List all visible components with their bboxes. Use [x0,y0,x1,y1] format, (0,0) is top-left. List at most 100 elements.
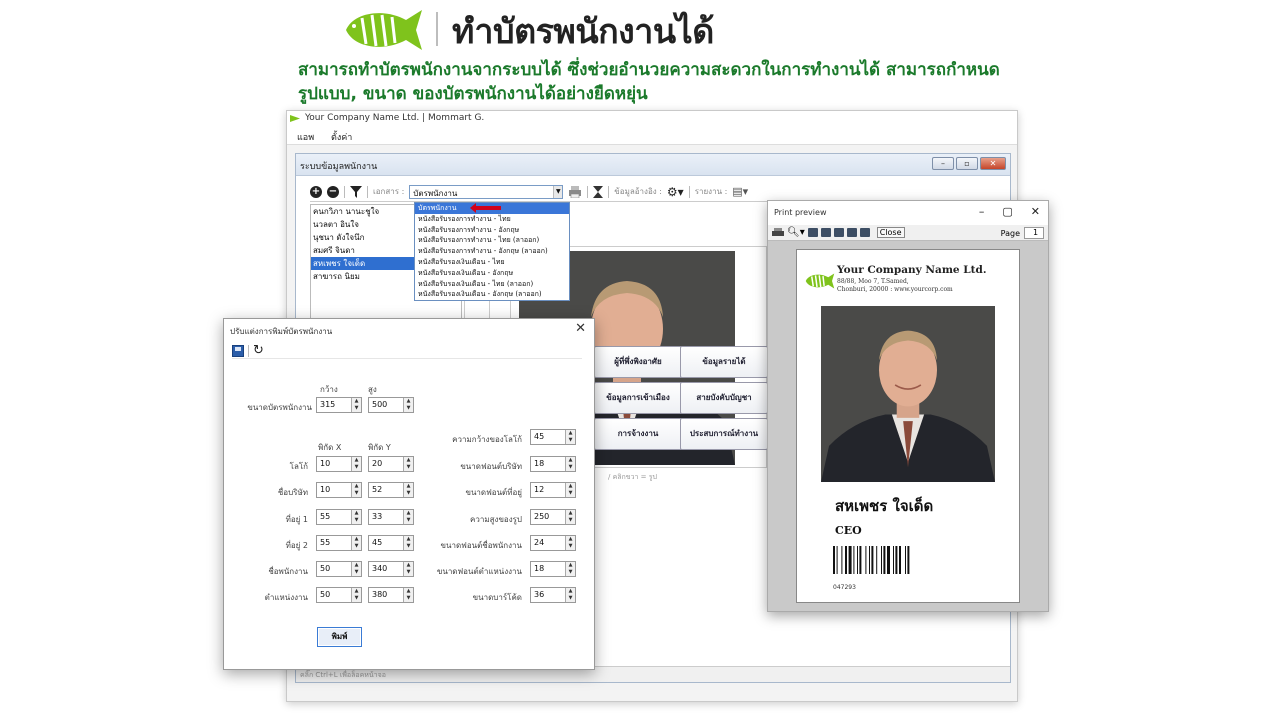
action-tile[interactable]: ผู้ที่พึ่งพิงอาศัย [594,346,682,378]
spinner-arrows[interactable]: ▲ ▼ [351,483,361,497]
spinner-arrows[interactable]: ▲ ▼ [351,536,361,550]
dropdown-option[interactable]: หนังสือรับรองเงินเดือน - อังกฤษ (ลาออก) [415,289,569,300]
document-select[interactable]: บัตรพนักงาน ▼ [409,184,564,199]
preview-minimize-button[interactable]: – [979,205,985,218]
setting-value: 18 [534,564,545,573]
action-tile[interactable]: ประสบการณ์ทำงาน [680,418,768,450]
spinner-arrows[interactable]: ▲ ▼ [403,398,413,412]
dropdown-option[interactable]: บัตรพนักงาน [415,203,569,214]
setting-input[interactable]: 18 ▲ ▼ [530,561,576,577]
close-button[interactable]: ✕ [980,157,1006,170]
restore-button[interactable]: ▫ [956,157,978,170]
coordinate-y-input[interactable]: 340 ▲ ▼ [368,561,414,577]
field-label: ชื่อบริษัท [277,488,308,497]
dropdown-option[interactable]: หนังสือรับรองการทำงาน - ไทย (ลาออก) [415,235,569,246]
spinner-arrows[interactable]: ▲ ▼ [565,510,575,524]
two-pages-icon[interactable] [820,228,831,237]
remove-icon[interactable]: − [327,185,339,198]
preview-maximize-button[interactable]: ▢ [1002,205,1012,218]
spinner-arrows[interactable]: ▲ ▼ [565,457,575,471]
coordinate-y-input[interactable]: 45 ▲ ▼ [368,535,414,551]
setting-input[interactable]: 12 ▲ ▼ [530,482,576,498]
spinner-arrows[interactable]: ▲ ▼ [403,510,413,524]
chevron-down-icon[interactable]: ▼ [553,185,563,198]
save-icon[interactable] [232,344,244,357]
four-pages-icon[interactable] [846,228,857,237]
dropdown-option[interactable]: หนังสือรับรองการทำงาน - อังกฤษ [415,225,569,236]
spinner-arrows[interactable]: ▲ ▼ [403,483,413,497]
reset-icon[interactable]: ↻ [253,344,264,357]
spinner-arrows[interactable]: ▲ ▼ [565,562,575,576]
action-tile[interactable]: ข้อมูลรายได้ [680,346,768,378]
spinner-arrows[interactable]: ▲ ▼ [565,483,575,497]
action-tile[interactable]: สายบังคับบัญชา [680,382,768,414]
dropdown-option[interactable]: หนังสือรับรองเงินเดือน - ไทย (ลาออก) [415,279,569,290]
setting-input[interactable]: 36 ▲ ▼ [530,587,576,603]
coordinate-value: 10 [320,459,331,468]
page-number-input[interactable]: 1 [1024,227,1044,239]
card-width-input[interactable]: 315 ▲ ▼ [316,397,362,413]
minimize-button[interactable]: – [932,157,954,170]
field-label: ที่อยู่ 1 [285,515,308,524]
six-pages-icon[interactable] [859,228,870,237]
coordinate-y-input[interactable]: 380 ▲ ▼ [368,587,414,603]
spinner-arrows[interactable]: ▲ ▼ [351,457,361,471]
spinner-arrows[interactable]: ▲ ▼ [565,430,575,444]
dropdown-option[interactable]: หนังสือรับรองเงินเดือน - ไทย [415,257,569,268]
gear-icon[interactable]: ⚙▾ [667,185,684,199]
action-tile[interactable]: ข้อมูลการเข้าเมือง [594,382,682,414]
spinner-arrows[interactable]: ▲ ▼ [403,536,413,550]
spinner-arrows[interactable]: ▲ ▼ [351,562,361,576]
field-label: ตำแหน่งงาน [264,593,308,602]
coordinate-y-input[interactable]: 33 ▲ ▼ [368,509,414,525]
report-label: รายงาน : [694,187,728,196]
barcode-bar [865,546,867,574]
dropdown-option[interactable]: หนังสือรับรองเงินเดือน - อังกฤษ [415,268,569,279]
setting-input[interactable]: 18 ▲ ▼ [530,456,576,472]
coordinate-x-input[interactable]: 10 ▲ ▼ [316,482,362,498]
close-icon[interactable]: ✕ [575,321,586,336]
filter-icon[interactable] [350,185,362,198]
spinner-arrows[interactable]: ▲ ▼ [351,588,361,602]
spinner-arrows[interactable]: ▲ ▼ [351,398,361,412]
spinner-arrows[interactable]: ▲ ▼ [565,588,575,602]
setting-input[interactable]: 250 ▲ ▼ [530,509,576,525]
subwindow-title: ระบบข้อมูลพนักงาน [300,162,378,172]
coordinate-y-input[interactable]: 52 ▲ ▼ [368,482,414,498]
coordinate-x-input[interactable]: 55 ▲ ▼ [316,509,362,525]
spinner-arrows[interactable]: ▲ ▼ [403,588,413,602]
coordinate-x-input[interactable]: 10 ▲ ▼ [316,456,362,472]
zoom-icon[interactable]: 🔍︎▾ [787,227,805,238]
printer-icon[interactable] [772,227,784,238]
preview-close-text-button[interactable]: Close [876,227,905,238]
coordinate-x-input[interactable]: 55 ▲ ▼ [316,535,362,551]
spinner-arrows[interactable]: ▲ ▼ [351,510,361,524]
barcode-bar [853,546,855,574]
coordinate-y-input[interactable]: 20 ▲ ▼ [368,456,414,472]
setting-input[interactable]: 45 ▲ ▼ [530,429,576,445]
coordinate-x-input[interactable]: 50 ▲ ▼ [316,587,362,603]
spinner-arrows[interactable]: ▲ ▼ [565,536,575,550]
menu-app[interactable]: แอพ [297,133,314,143]
photo-hint: / คลิกขวา = รูป [608,473,657,481]
coordinate-value: 340 [372,564,388,573]
menu-settings[interactable]: ตั้งค่า [331,133,352,143]
spinner-arrows[interactable]: ▲ ▼ [403,562,413,576]
dialog-title: ปรับแต่งการพิมพ์บัตรพนักงาน [230,327,333,336]
add-icon[interactable]: + [310,185,322,198]
report-icon[interactable]: ▤▾ [732,185,748,198]
card-height-input[interactable]: 500 ▲ ▼ [368,397,414,413]
action-tile[interactable]: การจ้างงาน [594,418,682,450]
hourglass-icon[interactable] [593,185,604,198]
spinner-arrows[interactable]: ▲ ▼ [403,457,413,471]
setting-input[interactable]: 24 ▲ ▼ [530,535,576,551]
one-page-icon[interactable] [807,228,818,237]
dropdown-option[interactable]: หนังสือรับรองการทำงาน - ไทย [415,214,569,225]
printer-icon[interactable] [568,185,582,198]
barcode-bar [907,546,910,574]
three-pages-icon[interactable] [833,228,844,237]
dropdown-option[interactable]: หนังสือรับรองการทำงาน - อังกฤษ (ลาออก) [415,246,569,257]
preview-close-button[interactable]: ✕ [1031,205,1040,218]
coordinate-x-input[interactable]: 50 ▲ ▼ [316,561,362,577]
print-button[interactable]: พิมพ์ [317,627,362,647]
